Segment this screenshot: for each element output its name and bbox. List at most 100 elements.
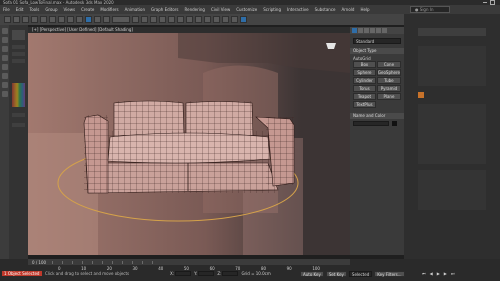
go-to-start-icon[interactable]: ⏮ — [422, 271, 426, 276]
pivot-icon[interactable] — [132, 16, 139, 23]
x-label: X: — [170, 271, 175, 276]
select-by-name-icon[interactable] — [58, 16, 65, 23]
sofa-right-arm-wireframe — [266, 117, 294, 185]
menu-edit[interactable]: Edit — [13, 5, 27, 14]
key-filters-button[interactable]: Key Filters... — [374, 270, 405, 277]
teapot-button[interactable]: Teapot — [353, 93, 376, 100]
x-coordinate-field[interactable] — [175, 271, 192, 276]
list-item[interactable] — [12, 45, 25, 49]
menu-animation[interactable]: Animation — [122, 5, 148, 14]
dock-accent-icon[interactable] — [418, 92, 424, 98]
go-to-end-icon[interactable]: ⏭ — [451, 271, 455, 276]
freeze-icon[interactable] — [1, 64, 8, 70]
menu-interactive[interactable]: Interactive — [284, 5, 312, 14]
angle-snap-icon[interactable] — [150, 16, 157, 23]
perspective-viewport[interactable] — [28, 33, 350, 255]
timeline-tick — [52, 260, 54, 264]
menu-customize[interactable]: Customize — [233, 5, 260, 14]
torus-button[interactable]: Torus — [353, 85, 376, 92]
select-icon[interactable] — [49, 16, 56, 23]
minimize-icon[interactable] — [483, 2, 487, 3]
menu-rendering[interactable]: Rendering — [182, 5, 208, 14]
z-coordinate-field[interactable] — [222, 271, 239, 276]
curve-editor-icon[interactable] — [195, 16, 202, 23]
right-dock-panel — [404, 14, 500, 270]
reference-coord-icon[interactable] — [112, 16, 130, 23]
color-swatch-panel[interactable] — [12, 83, 25, 107]
menu-civil-view[interactable]: Civil View — [208, 5, 233, 14]
snap-icon[interactable] — [141, 16, 148, 23]
play-icon[interactable]: ▶ — [437, 271, 440, 276]
menu-views[interactable]: Views — [61, 5, 79, 14]
undo-icon[interactable] — [4, 16, 11, 23]
render-frame-icon[interactable] — [231, 16, 238, 23]
percent-snap-icon[interactable] — [159, 16, 166, 23]
menu-scripting[interactable]: Scripting — [260, 5, 284, 14]
layers-icon[interactable] — [1, 46, 8, 52]
redo-icon[interactable] — [13, 16, 20, 23]
time-slider[interactable]: 0 / 100 — [28, 259, 350, 265]
mirror-icon[interactable] — [168, 16, 175, 23]
render-setup-icon[interactable] — [222, 16, 229, 23]
window-crossing-icon[interactable] — [76, 16, 83, 23]
list-item[interactable] — [12, 59, 25, 63]
layer-icon[interactable] — [186, 16, 193, 23]
render-icon[interactable] — [240, 16, 247, 23]
menu-tools[interactable]: Tools — [26, 5, 42, 14]
filter-icon[interactable] — [1, 37, 8, 43]
bind-icon[interactable] — [40, 16, 47, 23]
menu-help[interactable]: Help — [357, 5, 372, 14]
align-icon[interactable] — [177, 16, 184, 23]
pyramid-button[interactable]: Pyramid — [376, 85, 401, 92]
material-editor-icon[interactable] — [213, 16, 220, 23]
cylinder-button[interactable]: Cylinder — [353, 77, 376, 84]
previous-frame-icon[interactable]: ◀ — [430, 271, 433, 276]
hierarchy-tab-icon[interactable] — [364, 28, 369, 33]
box-button[interactable]: Box — [353, 61, 376, 68]
list-item[interactable] — [12, 113, 25, 117]
next-frame-icon[interactable]: ▶ — [444, 271, 447, 276]
category-dropdown[interactable]: Standard — [353, 38, 401, 44]
menu-create[interactable]: Create — [78, 5, 97, 14]
sign-in-field[interactable]: ● Sign In — [410, 6, 450, 13]
scale-icon[interactable] — [103, 16, 110, 23]
rotate-icon[interactable] — [94, 16, 101, 23]
object-name-field[interactable] — [353, 121, 389, 126]
sofa-seat-cushion-wireframe — [108, 131, 270, 163]
create-tab-icon[interactable] — [352, 28, 357, 33]
geosphere-button[interactable]: GeoSphere — [376, 69, 401, 76]
tube-button[interactable]: Tube — [376, 77, 401, 84]
sofa-left-arm-wireframe — [84, 115, 108, 193]
plane-button[interactable]: Plane — [376, 93, 401, 100]
sphere-button[interactable]: Sphere — [353, 69, 376, 76]
cone-button[interactable]: Cone — [376, 61, 401, 68]
motion-tab-icon[interactable] — [370, 28, 375, 33]
menu-substance[interactable]: Substance — [312, 5, 339, 14]
object-color-swatch[interactable] — [392, 121, 397, 126]
cameras-icon[interactable] — [1, 82, 8, 88]
list-item[interactable] — [12, 52, 25, 56]
utilities-tab-icon[interactable] — [382, 28, 387, 33]
menu-arnold[interactable]: Arnold — [338, 5, 357, 14]
schematic-icon[interactable] — [204, 16, 211, 23]
display-tab-icon[interactable] — [376, 28, 381, 33]
lights-icon[interactable] — [1, 73, 8, 79]
y-coordinate-field[interactable] — [198, 271, 215, 276]
selected-dropdown[interactable]: Selected — [348, 270, 373, 277]
modify-tab-icon[interactable] — [358, 28, 363, 33]
menu-file[interactable]: File — [0, 5, 13, 14]
unlink-icon[interactable] — [31, 16, 38, 23]
rect-selection-icon[interactable] — [67, 16, 74, 23]
hide-icon[interactable] — [1, 55, 8, 61]
link-icon[interactable] — [22, 16, 29, 23]
scene-explorer-icon[interactable] — [1, 28, 8, 34]
menu-graph-editors[interactable]: Graph Editors — [148, 5, 181, 14]
move-icon[interactable] — [85, 16, 92, 23]
auto-key-button[interactable]: Auto Key — [300, 270, 324, 277]
set-key-button[interactable]: Set Key — [325, 270, 347, 277]
textplus-button[interactable]: TextPlus — [353, 101, 376, 108]
list-item[interactable] — [12, 123, 25, 127]
helpers-icon[interactable] — [1, 91, 8, 97]
menu-modifiers[interactable]: Modifiers — [97, 5, 121, 14]
menu-group[interactable]: Group — [42, 5, 60, 14]
